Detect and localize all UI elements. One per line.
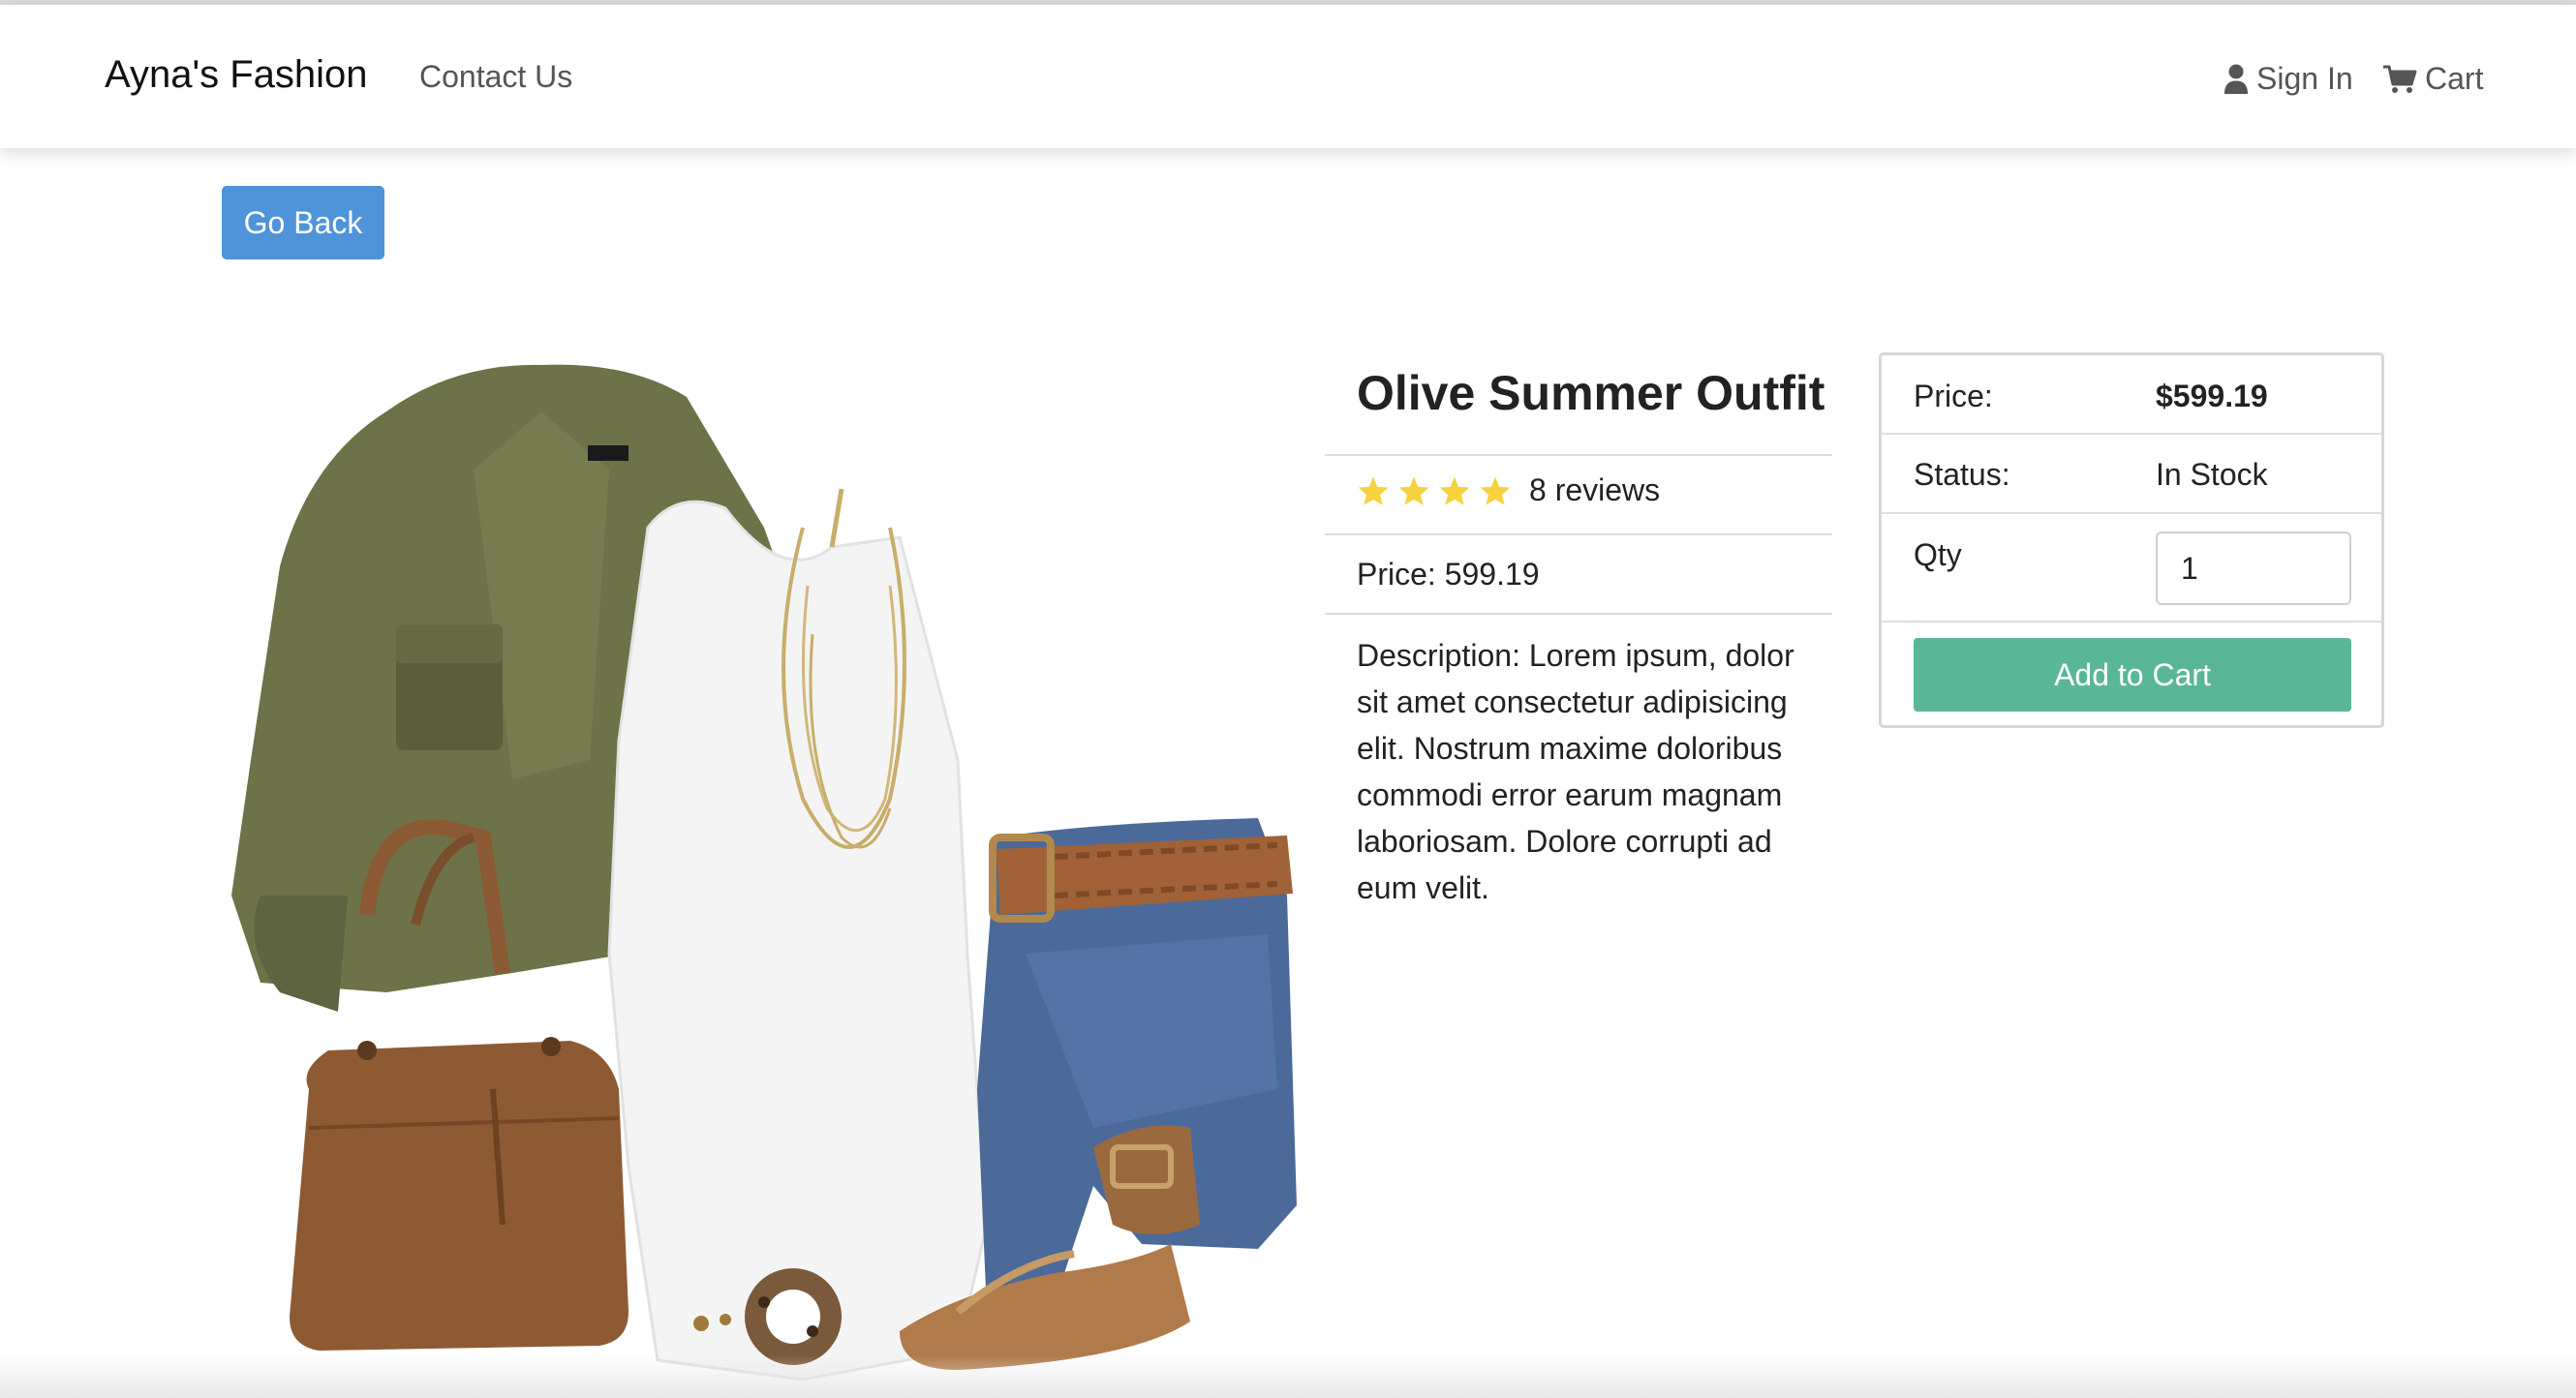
- divider: [1325, 454, 1832, 456]
- purchase-card: Price: $599.19 Status: In Stock Qty 1 Ad…: [1879, 352, 2384, 728]
- user-icon: [2223, 64, 2249, 95]
- outfit-photo-icon: [231, 364, 1297, 1382]
- brand-logo-text[interactable]: Ayna's Fashion: [105, 53, 368, 97]
- reviews-count: 8 reviews: [1529, 472, 1661, 507]
- card-divider: [1882, 433, 2381, 435]
- star-icon: [1439, 475, 1470, 505]
- price-value: $599.19: [2156, 379, 2268, 413]
- nav-cart-link[interactable]: Cart: [2382, 61, 2483, 97]
- price-label: Price:: [1914, 379, 1993, 413]
- nav-contact-us-link[interactable]: Contact Us: [419, 59, 572, 95]
- product-price: Price: 599.19: [1357, 557, 1540, 592]
- bottom-shadow: [0, 1355, 2576, 1398]
- go-back-button[interactable]: Go Back: [222, 186, 384, 259]
- product-description: Description: Lorem ipsum, dolor sit amet…: [1357, 638, 1794, 905]
- product-title: Olive Summer Outfit: [1357, 366, 1825, 420]
- rating-row: 8 reviews: [1357, 472, 1660, 508]
- divider: [1325, 613, 1832, 615]
- qty-label: Qty: [1914, 537, 1962, 572]
- star-rating: [1357, 475, 1512, 506]
- star-icon: [1358, 475, 1389, 505]
- qty-select[interactable]: 1: [2156, 532, 2351, 605]
- star-icon: [1480, 475, 1511, 505]
- nav-sign-in-link[interactable]: Sign In: [2223, 61, 2353, 97]
- add-to-cart-button[interactable]: Add to Cart: [1914, 638, 2351, 712]
- navbar: Ayna's Fashion Contact Us Sign In Cart: [0, 5, 2576, 148]
- nav-contact-label: Contact Us: [419, 59, 573, 94]
- card-divider: [1882, 512, 2381, 514]
- nav-cart-label: Cart: [2425, 61, 2484, 96]
- star-icon: [1398, 475, 1429, 505]
- shopping-cart-icon: [2382, 64, 2417, 95]
- nav-sign-in-label: Sign In: [2256, 61, 2353, 96]
- status-label: Status:: [1914, 457, 2010, 492]
- status-value: In Stock: [2156, 457, 2268, 492]
- product-image: [222, 353, 1297, 1398]
- card-divider: [1882, 621, 2381, 623]
- divider: [1325, 533, 1832, 535]
